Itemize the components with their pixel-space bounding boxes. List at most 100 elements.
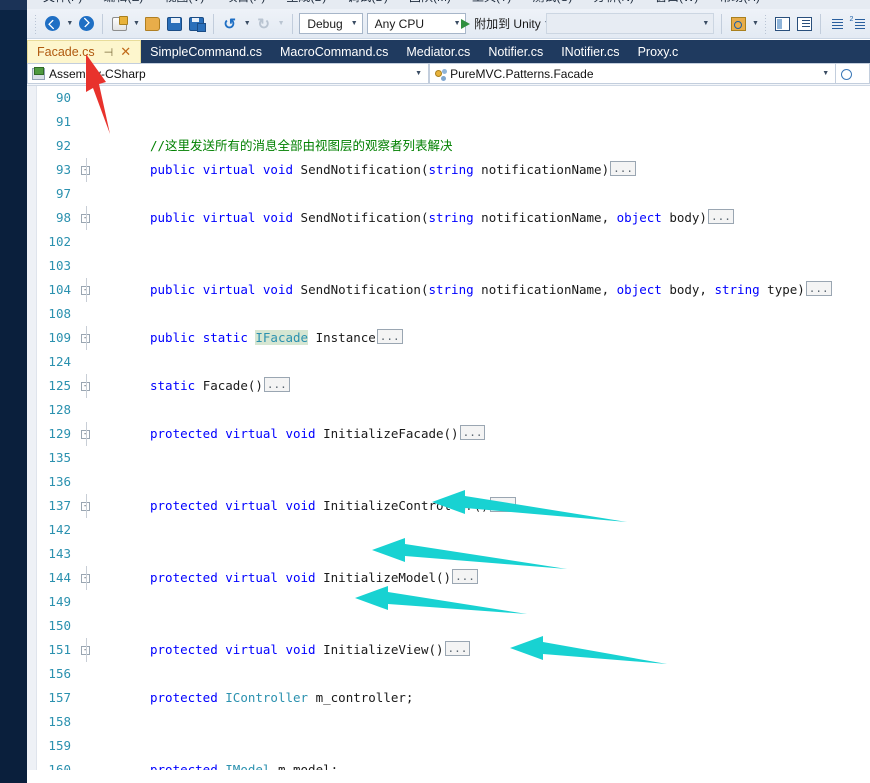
code-line[interactable]: 108 (37, 302, 870, 326)
code-line[interactable]: 143 (37, 542, 870, 566)
code-text[interactable]: public virtual void SendNotification(str… (116, 206, 734, 230)
menu-item-6[interactable]: 团队(M) (409, 0, 451, 4)
menu-item-7[interactable]: 工具(T) (472, 0, 511, 4)
open-file-icon[interactable] (142, 13, 164, 35)
new-file-caret-icon[interactable]: ▼ (131, 20, 142, 27)
standard-toolbar[interactable]: ▼ ▼ ↺ ▼ ↻ ▼ Debug ▼ Any CPU ▼ 附加到 Unity … (27, 9, 870, 39)
fold-toggle-icon[interactable]: - (77, 326, 94, 350)
code-line[interactable]: 159 (37, 734, 870, 758)
document-tab-bar[interactable]: Facade.cs ⊣ ✕ SimpleCommand.cs MacroCommand.… (27, 40, 870, 63)
collapsed-region-icon[interactable]: ... (707, 209, 734, 224)
editor-navigation-bar[interactable]: Assembly-CSharp ▼ PureMVC.Patterns.Facad… (27, 63, 870, 86)
code-lines-container[interactable]: 909192//这里发送所有的消息全部由视图层的观察者列表解决93-public… (37, 86, 870, 770)
collapsed-region-icon[interactable]: ... (489, 497, 516, 512)
collapsed-region-icon[interactable]: ... (263, 377, 290, 392)
find-icon[interactable] (727, 13, 749, 35)
fold-toggle-icon[interactable]: - (77, 638, 94, 662)
code-line[interactable]: 98-public virtual void SendNotification(… (37, 206, 870, 230)
code-text[interactable]: public virtual void SendNotification(str… (116, 278, 832, 302)
code-line[interactable]: 151-protected virtual void InitializeVie… (37, 638, 870, 662)
undo-icon[interactable]: ↺ (219, 13, 241, 35)
chevron-down-icon[interactable]: ▼ (412, 70, 425, 77)
code-line[interactable]: 102 (37, 230, 870, 254)
document-tab-facade-cs[interactable]: Facade.cs ⊣ ✕ (27, 40, 142, 63)
close-tab-icon[interactable]: ✕ (120, 44, 131, 60)
menu-bar[interactable]: 文件(F) 编辑(E) 视图(V) 项目(P) 生成(B) 调试(D) 团队(M) 工具(T)… (27, 0, 870, 9)
start-debug-button[interactable]: 附加到 Unity ▼ (461, 13, 551, 35)
toolbar-grip[interactable] (763, 13, 769, 34)
code-line[interactable]: 142 (37, 518, 870, 542)
undo-caret-icon[interactable]: ▼ (242, 20, 253, 27)
pin-tab-icon[interactable]: ⊣ (104, 46, 114, 59)
code-line[interactable]: 124 (37, 350, 870, 374)
code-text[interactable]: protected virtual void InitializeControl… (116, 494, 516, 518)
save-icon[interactable] (164, 13, 186, 35)
project-dropdown[interactable]: Assembly-CSharp ▼ (27, 63, 430, 84)
fold-toggle-icon[interactable]: - (77, 158, 94, 182)
menu-item-11[interactable]: 帮助(H) (719, 0, 760, 4)
menu-item-3[interactable]: 项目(P) (225, 0, 265, 4)
document-tab-notifier-cs[interactable]: Notifier.cs (479, 40, 552, 63)
code-text[interactable]: protected IController m_controller; (116, 686, 413, 710)
code-line[interactable]: 150 (37, 614, 870, 638)
navigate-back-caret-icon[interactable]: ▼ (64, 20, 75, 27)
menu-item-0[interactable]: 文件(F) (43, 0, 82, 4)
find-caret-icon[interactable]: ▼ (750, 20, 761, 27)
collapsed-region-icon[interactable]: ... (610, 161, 636, 176)
chevron-down-icon[interactable]: ▼ (702, 20, 709, 27)
navigate-forward-icon[interactable] (75, 13, 97, 35)
code-line[interactable]: 160 protected IModel m_model; (37, 758, 870, 770)
fold-toggle-icon[interactable]: - (77, 566, 94, 590)
code-text[interactable]: protected IModel m_model; (116, 758, 338, 770)
code-line[interactable]: 136 (37, 470, 870, 494)
solution-configuration-dropdown[interactable]: Debug ▼ (299, 13, 363, 34)
code-line[interactable]: 93-public virtual void SendNotification(… (37, 158, 870, 182)
document-tab-mediator-cs[interactable]: Mediator.cs (397, 40, 479, 63)
toolbar-grip[interactable] (34, 13, 39, 34)
menu-item-5[interactable]: 调试(D) (347, 0, 388, 4)
code-line[interactable]: 125-static Facade()... (37, 374, 870, 398)
save-all-icon[interactable] (186, 13, 208, 35)
collapsed-region-icon[interactable]: ... (452, 569, 478, 584)
indent-icon[interactable] (826, 13, 848, 35)
code-text[interactable]: protected virtual void InitializeView().… (116, 638, 471, 662)
document-tab-macrocommand-cs[interactable]: MacroCommand.cs (271, 40, 397, 63)
code-line[interactable]: 144-protected virtual void InitializeMod… (37, 566, 870, 590)
code-line[interactable]: 135 (37, 446, 870, 470)
menu-item-1[interactable]: 编辑(E) (103, 0, 143, 4)
code-line[interactable]: 128 (37, 398, 870, 422)
code-text[interactable]: protected virtual void InitializeFacade(… (116, 422, 486, 446)
code-text[interactable]: //这里发送所有的消息全部由视图层的观察者列表解决 (116, 134, 453, 158)
menu-item-4[interactable]: 生成(B) (286, 0, 326, 4)
code-line[interactable]: 158 (37, 710, 870, 734)
fold-toggle-icon[interactable]: - (77, 206, 94, 230)
document-tab-simplecommand-cs[interactable]: SimpleCommand.cs (141, 40, 271, 63)
code-line[interactable]: 91 (37, 110, 870, 134)
code-line[interactable]: 103 (37, 254, 870, 278)
solution-platform-dropdown[interactable]: Any CPU ▼ (366, 13, 466, 34)
code-text[interactable]: public virtual void SendNotification(str… (116, 158, 636, 182)
menu-item-8[interactable]: 测试(S) (532, 0, 572, 4)
collapsed-region-icon[interactable]: ... (376, 329, 403, 344)
fold-toggle-icon[interactable]: - (77, 494, 94, 518)
fold-toggle-icon[interactable]: - (77, 278, 94, 302)
code-text[interactable]: protected virtual void InitializeModel()… (116, 566, 478, 590)
code-line[interactable]: 109-public static IFacade Instance... (37, 326, 870, 350)
outdent-icon[interactable] (848, 13, 870, 35)
collapsed-region-icon[interactable]: ... (805, 281, 832, 296)
type-dropdown[interactable]: PureMVC.Patterns.Facade ▼ (429, 63, 837, 84)
code-line[interactable]: 92 //这里发送所有的消息全部由视图层的观察者列表解决 (37, 134, 870, 158)
chevron-down-icon[interactable]: ▼ (454, 20, 461, 27)
comment-icon[interactable] (793, 13, 815, 35)
menu-item-2[interactable]: 视图(V) (164, 0, 204, 4)
document-tab-proxy-c[interactable]: Proxy.c (629, 40, 688, 63)
code-line[interactable]: 90 (37, 86, 870, 110)
member-dropdown[interactable] (836, 63, 870, 84)
fold-toggle-icon[interactable]: - (77, 374, 94, 398)
code-line[interactable]: 97 (37, 182, 870, 206)
code-editor[interactable]: 909192//这里发送所有的消息全部由视图层的观察者列表解决93-public… (27, 86, 870, 770)
code-text[interactable]: static Facade()... (116, 374, 290, 398)
menu-item-9[interactable]: 分析(N) (593, 0, 634, 4)
collapsed-region-icon[interactable]: ... (459, 425, 486, 440)
code-line[interactable]: 104-public virtual void SendNotification… (37, 278, 870, 302)
